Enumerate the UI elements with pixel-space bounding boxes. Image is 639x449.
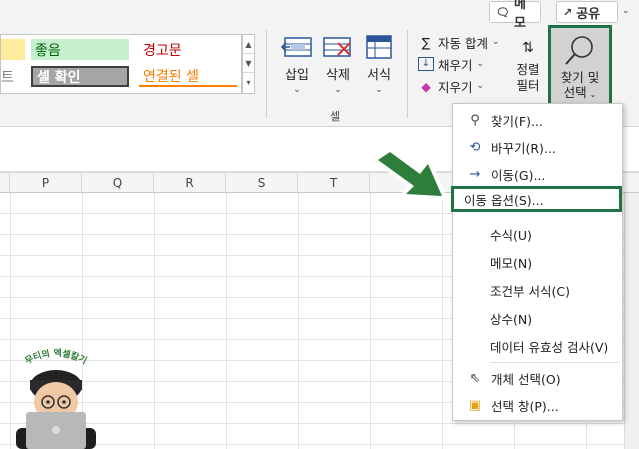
clear-button[interactable]: ◆ 지우기 ⌄: [418, 76, 484, 96]
format-button[interactable]: 서식 ⌄: [359, 34, 399, 104]
insert-cells-icon: [281, 37, 312, 57]
cell-styles-gallery: 트 좋음 경고문 셀 확인 연결된 셀: [0, 34, 242, 94]
fill-label: 채우기: [438, 57, 473, 73]
magnifier-icon: ⚲: [470, 112, 480, 128]
share-button[interactable]: ↗ 공유: [556, 1, 618, 23]
find-select-button[interactable]: 찾기 및 선택 ⌄: [548, 25, 612, 115]
sigma-icon: ∑: [421, 34, 431, 50]
menu-item-comments[interactable]: 메모(N): [453, 249, 622, 275]
delete-button[interactable]: 삭제 ⌄: [318, 34, 358, 104]
scroll-up-icon[interactable]: ▲: [243, 35, 254, 54]
menu-item-data-validation[interactable]: 데이터 유효성 검사(V): [453, 333, 622, 359]
column-header-s[interactable]: S: [226, 173, 298, 193]
gallery-scroll[interactable]: ▲ ▼ ▾: [242, 34, 255, 94]
menu-item-goto[interactable]: → 이동(G)...: [453, 161, 622, 187]
fill-button[interactable]: ↓ 채우기 ⌄: [418, 54, 484, 74]
menu-item-comments-label: 메모(N): [490, 255, 533, 271]
autosum-label: 자동 합계: [438, 35, 488, 51]
style-check-cell[interactable]: 셀 확인: [31, 66, 129, 87]
chevron-down-icon: ⌄: [293, 85, 301, 95]
find-label-line2: 선택: [563, 85, 587, 100]
insert-button[interactable]: 삽입 ⌄: [277, 34, 317, 104]
chevron-down-icon: ⌄: [476, 81, 485, 91]
eraser-icon: ◆: [421, 78, 431, 94]
comment-icon: 🗨: [496, 5, 510, 19]
scroll-down-icon[interactable]: ▼: [243, 54, 254, 73]
replace-icon: ⟲: [469, 139, 481, 155]
style-good[interactable]: 좋음: [31, 39, 129, 60]
memo-button[interactable]: 🗨 메모: [489, 0, 541, 31]
menu-item-find-label: 찾기(F)...: [491, 113, 543, 129]
menu-item-goto-special[interactable]: 이동 옵션(S)...: [451, 186, 622, 212]
sort-filter-button[interactable]: ⇅ 정렬 필터: [511, 34, 545, 94]
menu-item-replace[interactable]: ⟲ 바꾸기(R)...: [453, 134, 622, 160]
arrow-right-icon: →: [469, 166, 481, 182]
delete-label: 삭제: [326, 68, 350, 83]
fill-down-icon: ↓: [418, 57, 434, 71]
cells-group-label: 셀: [330, 110, 341, 123]
share-dropdown-icon[interactable]: ⌄: [622, 6, 630, 16]
share-label: 공유: [576, 6, 601, 22]
chevron-down-icon: ⌄: [491, 37, 500, 47]
style-linked-cell[interactable]: 연결된 셀: [139, 66, 237, 87]
menu-item-formulas[interactable]: 수식(U): [453, 221, 622, 247]
vertical-scrollbar[interactable]: [624, 193, 639, 449]
group-divider: [266, 30, 267, 118]
column-header-t[interactable]: T: [298, 173, 370, 193]
chevron-down-icon: ⌄: [334, 85, 342, 95]
column-header-r[interactable]: R: [154, 173, 226, 193]
pointer-arrow-icon: [374, 150, 446, 200]
delete-cells-icon: [323, 37, 351, 57]
avatar: 무티의 엑셀칼기: [16, 347, 96, 449]
menu-item-constants-label: 상수(N): [490, 311, 533, 327]
sort-label-line1: 정렬: [516, 62, 540, 77]
style-text-partial[interactable]: 트: [1, 66, 25, 87]
style-warning-text[interactable]: 경고문: [139, 39, 237, 60]
menu-item-select-objects-label: 개체 선택(O): [491, 371, 561, 387]
menu-item-goto-special-label: 이동 옵션(S)...: [464, 192, 544, 208]
clear-label: 지우기: [438, 79, 473, 95]
menu-item-selection-pane[interactable]: ▣ 선택 창(P)...: [453, 392, 622, 418]
column-header-p[interactable]: P: [10, 173, 82, 193]
gallery-more-icon[interactable]: ▾: [243, 73, 254, 92]
menu-item-replace-label: 바꾸기(R)...: [491, 140, 556, 156]
chevron-down-icon: ⌄: [476, 59, 485, 69]
find-select-menu: ⚲ 찾기(F)... ⟲ 바꾸기(R)... → 이동(G)... 이동 옵션(…: [451, 103, 623, 421]
chevron-down-icon: ⌄: [589, 90, 597, 99]
chevron-down-icon: ⌄: [375, 85, 383, 95]
menu-item-conditional-formatting[interactable]: 조건부 서식(C): [453, 277, 622, 303]
format-label: 서식: [367, 68, 391, 83]
sort-icon: ⇅: [522, 40, 534, 56]
menu-item-validation-label: 데이터 유효성 검사(V): [490, 339, 609, 355]
menu-separator: [490, 362, 620, 363]
menu-item-conditional-label: 조건부 서식(C): [490, 283, 570, 299]
magnifier-icon: [565, 36, 593, 65]
share-icon: ↗: [563, 5, 573, 19]
avatar-caption: 무티의 엑셀칼기: [23, 347, 89, 367]
memo-label: 메모: [513, 0, 526, 31]
column-header-q[interactable]: Q: [82, 173, 154, 193]
group-divider: [407, 30, 408, 118]
find-label-line1: 찾기 및: [560, 70, 600, 85]
menu-item-find[interactable]: ⚲ 찾기(F)...: [453, 107, 622, 133]
format-cells-icon: [366, 35, 392, 59]
style-neutral-partial[interactable]: [1, 39, 25, 60]
cursor-icon: ⇖: [469, 370, 481, 386]
insert-label: 삽입: [285, 68, 309, 83]
menu-item-goto-label: 이동(G)...: [491, 167, 546, 183]
menu-item-select-objects[interactable]: ⇖ 개체 선택(O): [453, 365, 622, 391]
menu-item-selection-pane-label: 선택 창(P)...: [491, 398, 559, 414]
menu-item-formulas-label: 수식(U): [490, 227, 532, 243]
menu-item-constants[interactable]: 상수(N): [453, 305, 622, 331]
column-header-partial[interactable]: [0, 173, 10, 193]
autosum-button[interactable]: ∑ 자동 합계 ⌄: [418, 32, 500, 52]
sort-label-line2: 필터: [516, 78, 540, 93]
selection-pane-icon: ▣: [468, 397, 482, 413]
